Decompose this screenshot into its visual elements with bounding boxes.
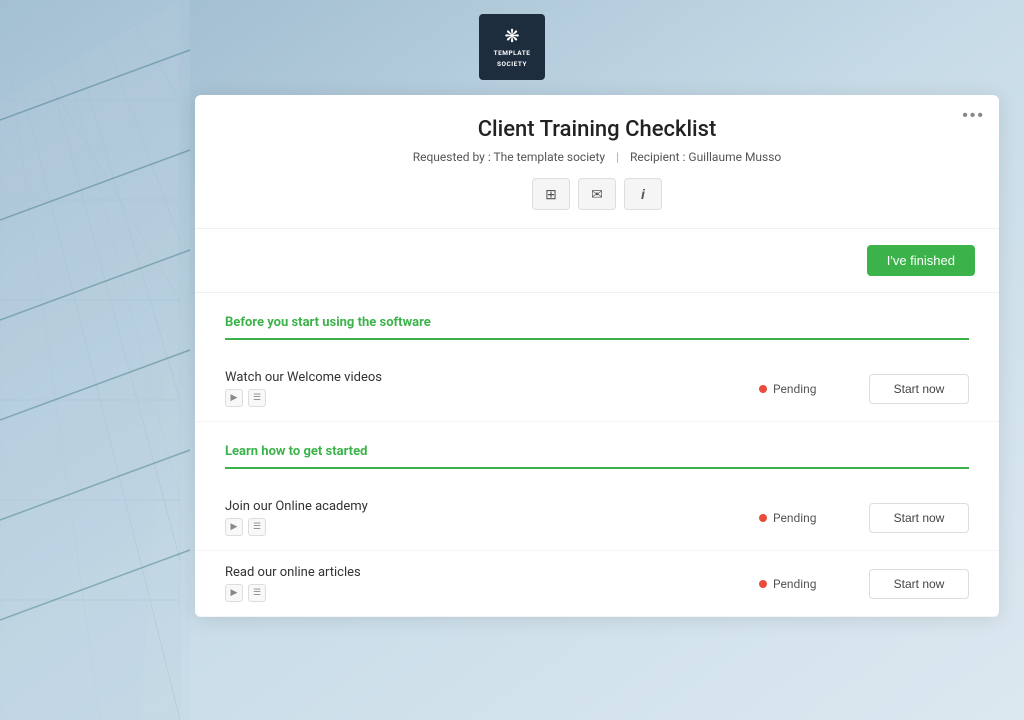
recipient-label: Recipient : <box>630 150 685 164</box>
task-2-status: Pending <box>759 511 849 525</box>
task-row: Read our online articles ▶ ☰ Pending Sta… <box>195 551 999 617</box>
section-1-title: Before you start using the software <box>225 315 969 330</box>
section-2-title: Learn how to get started <box>225 444 969 459</box>
task-3-icon-play[interactable]: ▶ <box>225 584 243 602</box>
section-before-start: Before you start using the software <box>195 293 999 356</box>
task-2-icons: ▶ ☰ <box>225 518 739 536</box>
grid-view-button[interactable]: ⊞ <box>532 178 570 210</box>
recipient-value: Guillaume Musso <box>688 150 781 164</box>
task-3-status-label: Pending <box>773 577 817 591</box>
task-3-start-button[interactable]: Start now <box>869 569 969 599</box>
task-1-status-label: Pending <box>773 382 817 396</box>
task-2-name: Join our Online academy <box>225 499 739 514</box>
finished-button[interactable]: I've finished <box>867 245 975 276</box>
logo-text-line1: TEMPLATE <box>494 49 531 57</box>
task-1-icons: ▶ ☰ <box>225 389 739 407</box>
section-2-divider <box>225 467 969 469</box>
card-header: ••• Client Training Checklist Requested … <box>195 95 999 229</box>
task-2-status-label: Pending <box>773 511 817 525</box>
task-3-info: Read our online articles ▶ ☰ <box>225 565 739 602</box>
logo-container: ❋ TEMPLATE SOCIETY <box>479 14 545 80</box>
task-1-info: Watch our Welcome videos ▶ ☰ <box>225 370 739 407</box>
email-button[interactable]: ✉ <box>578 178 616 210</box>
section-learn-started: Learn how to get started <box>195 422 999 485</box>
meta-separator: | <box>616 150 619 164</box>
task-row: Join our Online academy ▶ ☰ Pending Star… <box>195 485 999 551</box>
task-1-icon-play[interactable]: ▶ <box>225 389 243 407</box>
card-actions: ⊞ ✉ i <box>225 178 969 210</box>
more-button[interactable]: ••• <box>962 107 985 125</box>
task-2-info: Join our Online academy ▶ ☰ <box>225 499 739 536</box>
task-2-start-button[interactable]: Start now <box>869 503 969 533</box>
task-3-name: Read our online articles <box>225 565 739 580</box>
card-title: Client Training Checklist <box>225 117 969 142</box>
task-3-icons: ▶ ☰ <box>225 584 739 602</box>
logo-text-line2: SOCIETY <box>497 60 527 68</box>
top-action-bar: I've finished <box>195 229 999 293</box>
info-button[interactable]: i <box>624 178 662 210</box>
task-2-status-dot <box>759 514 767 522</box>
requested-by-label: Requested by : <box>413 150 491 164</box>
task-3-icon-doc[interactable]: ☰ <box>248 584 266 602</box>
requested-by-value: The template society <box>494 150 606 164</box>
logo-box: ❋ TEMPLATE SOCIETY <box>479 14 545 80</box>
card-body: I've finished Before you start using the… <box>195 229 999 617</box>
task-row: Watch our Welcome videos ▶ ☰ Pending Sta… <box>195 356 999 422</box>
task-1-icon-doc[interactable]: ☰ <box>248 389 266 407</box>
card-meta: Requested by : The template society | Re… <box>225 150 969 164</box>
logo-icon: ❋ <box>504 26 519 47</box>
task-2-icon-doc[interactable]: ☰ <box>248 518 266 536</box>
task-1-status: Pending <box>759 382 849 396</box>
section-1-divider <box>225 338 969 340</box>
task-3-status-dot <box>759 580 767 588</box>
task-3-status: Pending <box>759 577 849 591</box>
task-1-start-button[interactable]: Start now <box>869 374 969 404</box>
task-1-name: Watch our Welcome videos <box>225 370 739 385</box>
task-1-status-dot <box>759 385 767 393</box>
main-card: ••• Client Training Checklist Requested … <box>195 95 999 617</box>
task-2-icon-play[interactable]: ▶ <box>225 518 243 536</box>
